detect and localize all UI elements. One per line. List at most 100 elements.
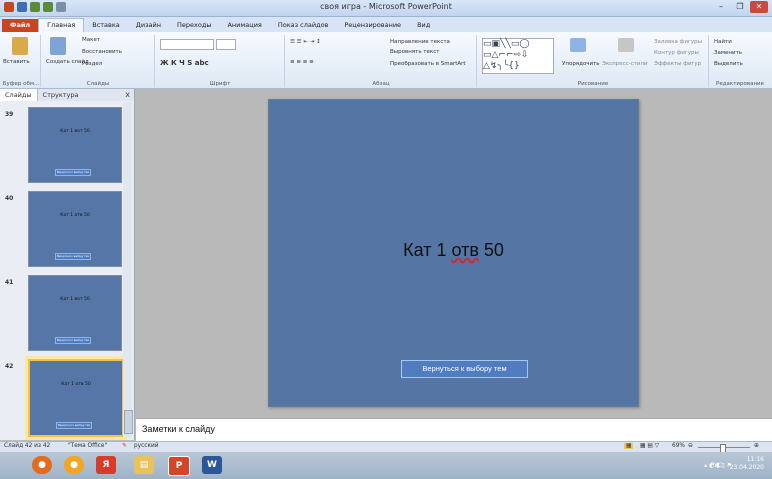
spellcheck-icon[interactable]: ✎ bbox=[122, 443, 127, 449]
theme-name[interactable]: "Тема Office" bbox=[68, 443, 107, 449]
thumbnail-button: Вернуться к выбору тем bbox=[55, 337, 91, 344]
thumbnail-title: Кат 1 отв 50 bbox=[61, 382, 91, 387]
panel-tabs: Слайды Структура bbox=[0, 89, 134, 101]
window-title: своя игра - Microsoft PowerPoint bbox=[320, 2, 452, 11]
slides-panel: Слайды Структура x 39 Кат 1 вот 50 Верну… bbox=[0, 89, 135, 440]
thumbnail-title: Кат 1 отв 50 bbox=[60, 213, 90, 218]
zoom-out-icon[interactable]: ⊖ bbox=[688, 443, 693, 449]
tab-insert[interactable]: Вставка bbox=[84, 19, 128, 32]
find-button[interactable]: Найти bbox=[714, 39, 732, 45]
slide-number: 40 bbox=[5, 195, 14, 202]
bold-button[interactable]: Ж К Ч S abc bbox=[160, 59, 209, 67]
new-slide-icon[interactable] bbox=[50, 37, 66, 55]
slide-title-part: Кат 1 bbox=[403, 240, 452, 260]
panel-scrollbar[interactable] bbox=[123, 102, 132, 438]
title-bar: своя игра - Microsoft PowerPoint – ❐ ✕ bbox=[0, 0, 772, 17]
clock-date: 23.04.2020 bbox=[729, 464, 764, 471]
font-family-select[interactable] bbox=[160, 39, 214, 50]
normal-view-icon[interactable]: ▦ bbox=[624, 443, 634, 449]
thumbnail-button-label: Вернуться к выбору тем bbox=[56, 171, 90, 174]
text-direction-button[interactable]: Направление текста bbox=[390, 39, 450, 45]
section-button[interactable]: Раздел bbox=[82, 61, 102, 67]
return-to-topics-button[interactable]: Вернуться к выбору тем bbox=[401, 360, 528, 378]
system-clock[interactable]: 11:16 23.04.2020 bbox=[730, 456, 764, 472]
shape-outline-button[interactable]: Контур фигуры bbox=[654, 50, 699, 56]
align-buttons[interactable]: ≡ ≡ ≡ ≡ bbox=[290, 59, 314, 65]
reset-button[interactable]: Восстановить bbox=[82, 49, 122, 55]
group-label-drawing: Рисование bbox=[577, 81, 609, 87]
thumbnail-button-label: Вернуться к выбору тем bbox=[57, 424, 91, 427]
panel-scrollbar-thumb[interactable] bbox=[124, 410, 133, 434]
tab-animation[interactable]: Анимация bbox=[219, 19, 269, 32]
group-slides: Создать слайд Макет Восстановить Раздел … bbox=[42, 35, 155, 87]
layout-button[interactable]: Макет bbox=[82, 37, 100, 43]
tab-transitions[interactable]: Переходы bbox=[169, 19, 219, 32]
close-button[interactable]: ✕ bbox=[750, 1, 768, 13]
shapes-gallery[interactable]: ▭▣╲╲▭◯ ▭△⌐⌐⇨⇩ △↯╮╰{} bbox=[482, 38, 554, 74]
group-label-paragraph: Абзац bbox=[372, 81, 390, 87]
view-buttons[interactable]: ▦ ▤ ▽ bbox=[640, 443, 659, 449]
group-editing: Найти Заменить Выделить Редактирование bbox=[710, 35, 770, 87]
slide-number: 39 bbox=[5, 111, 14, 118]
notes-placeholder: Заметки к слайду bbox=[142, 424, 215, 434]
slide-thumbnail-42[interactable]: Кат 1 отв 50 Вернуться к выбору тем bbox=[28, 359, 124, 437]
quick-styles-button[interactable]: Экспресс-стили bbox=[602, 61, 648, 67]
tab-view[interactable]: Вид bbox=[409, 19, 438, 32]
group-drawing: ▭▣╲╲▭◯ ▭△⌐⌐⇨⇩ △↯╮╰{} Упорядочить Экспресс-… bbox=[478, 35, 709, 87]
slide-title-part: 50 bbox=[478, 240, 504, 260]
list-buttons[interactable]: ☰ ☰ ⇤ ⇥ ↕ bbox=[290, 39, 321, 45]
zoom-in-icon[interactable]: ⊕ bbox=[754, 443, 759, 449]
current-slide[interactable]: Кат 1 отв 50 Вернуться к выбору тем bbox=[268, 99, 639, 407]
yandex-icon[interactable]: Я bbox=[96, 456, 116, 474]
arrange-icon[interactable] bbox=[570, 38, 586, 52]
word-icon[interactable]: W bbox=[202, 456, 222, 474]
shape-fill-button[interactable]: Заливка фигуры bbox=[654, 39, 702, 45]
slide-counter: Слайд 42 из 42 bbox=[4, 443, 51, 449]
panel-close-icon[interactable]: x bbox=[125, 90, 130, 99]
replace-button[interactable]: Заменить bbox=[714, 50, 742, 56]
notes-pane[interactable]: Заметки к слайду bbox=[136, 418, 772, 441]
thumbnail-title: Кат 1 вот 50 bbox=[60, 129, 90, 134]
slide-thumbnail-41[interactable]: Кат 1 вот 50 Вернуться к выбору тем bbox=[28, 275, 122, 351]
tab-slides[interactable]: Слайды bbox=[0, 89, 38, 101]
input-language[interactable]: РУС bbox=[711, 462, 722, 469]
thumbnail-title: Кат 1 вот 50 bbox=[60, 297, 90, 302]
browser-icon[interactable]: ● bbox=[64, 456, 84, 474]
slide-thumbnail-40[interactable]: Кат 1 отв 50 Вернуться к выбору тем bbox=[28, 191, 122, 267]
clock-time: 11:16 bbox=[746, 456, 764, 463]
arrange-button[interactable]: Упорядочить bbox=[562, 61, 600, 67]
smartart-button[interactable]: Преобразовать в SmartArt bbox=[390, 61, 466, 67]
slide-number: 42 bbox=[5, 363, 14, 370]
group-label-editing: Редактирование bbox=[716, 81, 764, 87]
window-controls: – ❐ ✕ bbox=[712, 1, 768, 13]
quick-styles-icon[interactable] bbox=[618, 38, 634, 52]
paste-button[interactable]: Вставить bbox=[3, 59, 30, 65]
windows-taskbar: ● ● Я ▤ P W ▴ ◐ ▮ ▯ ⚑ РУС 11:16 23.04.20… bbox=[0, 452, 772, 479]
group-label-clipboard: Буфер обм... bbox=[2, 81, 40, 87]
powerpoint-window: своя игра - Microsoft PowerPoint – ❐ ✕ Ф… bbox=[0, 0, 772, 479]
tab-review[interactable]: Рецензирование bbox=[336, 19, 409, 32]
tab-design[interactable]: Дизайн bbox=[128, 19, 169, 32]
paste-icon[interactable] bbox=[12, 37, 28, 55]
select-button[interactable]: Выделить bbox=[714, 61, 743, 67]
align-text-button[interactable]: Выровнять текст bbox=[390, 49, 439, 55]
font-size-select[interactable] bbox=[216, 39, 236, 50]
tab-home[interactable]: Главная bbox=[38, 18, 85, 32]
shape-effects-button[interactable]: Эффекты фигур bbox=[654, 61, 701, 67]
tab-slideshow[interactable]: Показ слайдов bbox=[270, 19, 337, 32]
tab-file[interactable]: Файл bbox=[2, 19, 39, 32]
group-paragraph: ☰ ☰ ⇤ ⇥ ↕ ≡ ≡ ≡ ≡ Направление текста Выр… bbox=[286, 35, 477, 87]
zoom-level[interactable]: 69% bbox=[672, 443, 685, 449]
chrome-icon[interactable]: ● bbox=[32, 456, 52, 474]
tab-outline[interactable]: Структура bbox=[38, 89, 84, 101]
maximize-button[interactable]: ❐ bbox=[731, 1, 749, 13]
thumbnail-button: Вернуться к выбору тем bbox=[56, 422, 92, 429]
thumbnail-button: Вернуться к выбору тем bbox=[55, 253, 91, 260]
explorer-icon[interactable]: ▤ bbox=[134, 456, 154, 474]
slide-thumbnail-39[interactable]: Кат 1 вот 50 Вернуться к выбору тем bbox=[28, 107, 122, 183]
ribbon-tabs: Файл Главная Вставка Дизайн Переходы Ани… bbox=[0, 17, 772, 32]
minimize-button[interactable]: – bbox=[712, 1, 730, 13]
slide-title[interactable]: Кат 1 отв 50 bbox=[269, 240, 638, 261]
powerpoint-taskbar-icon[interactable]: P bbox=[168, 456, 190, 476]
language-indicator[interactable]: русский bbox=[134, 443, 159, 449]
